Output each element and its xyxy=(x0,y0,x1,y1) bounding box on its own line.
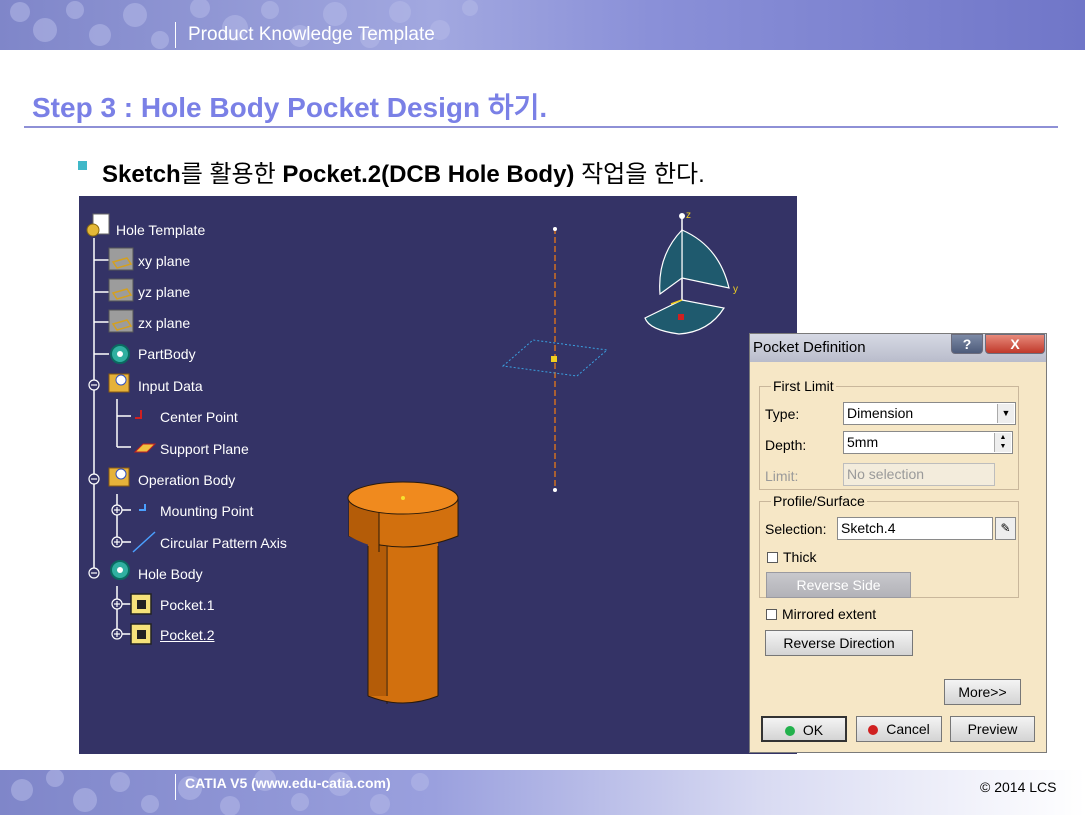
mirrored-extent-checkbox[interactable] xyxy=(766,609,777,620)
copyright: © 2014 LCS xyxy=(980,779,1057,795)
reverse-side-button[interactable]: Reverse Side xyxy=(766,572,911,598)
tree-circular-pattern-axis[interactable]: Circular Pattern Axis xyxy=(160,535,287,551)
sketcher-icon[interactable]: ✎ xyxy=(995,517,1016,540)
tree-pocket-2[interactable]: Pocket.2 xyxy=(160,627,214,643)
header-banner: Product Knowledge Template xyxy=(0,0,1085,50)
depth-field[interactable]: 5mm ▲ ▼ xyxy=(843,431,1013,454)
banner-separator xyxy=(175,22,176,48)
subtitle-bold-2: Pocket.2(DCB Hole Body) xyxy=(282,161,575,188)
depth-label: Depth: xyxy=(765,437,807,453)
step-title: Step 3 : Hole Body Pocket Design 하기. xyxy=(32,92,548,123)
compass-y-label: y xyxy=(733,284,738,295)
subtitle: Sketch를 활용한 Pocket.2(DCB Hole Body) 작업을 … xyxy=(102,154,705,189)
tree-mounting-point[interactable]: Mounting Point xyxy=(160,503,253,519)
close-button[interactable]: X xyxy=(985,334,1045,354)
type-dropdown[interactable]: Dimension ▼ xyxy=(843,402,1016,425)
tree-partbody[interactable]: PartBody xyxy=(138,346,196,362)
tree-zx-plane[interactable]: zx plane xyxy=(138,315,190,331)
catia-3d-viewport[interactable]: Hole Template xy plane yz plane zx plane… xyxy=(79,196,797,754)
dialog-title: Pocket Definition xyxy=(753,339,866,356)
footer-separator xyxy=(175,774,176,800)
help-button[interactable]: ? xyxy=(951,334,983,354)
dialog-title-bar[interactable]: Pocket Definition ? X xyxy=(750,334,1046,362)
tree-input-data[interactable]: Input Data xyxy=(138,378,203,394)
compass-icon xyxy=(644,213,730,335)
subtitle-text-1: 를 활용한 xyxy=(180,161,283,188)
cancel-label: Cancel xyxy=(886,721,930,737)
preview-button[interactable]: Preview xyxy=(950,716,1035,742)
profile-surface-label: Profile/Surface xyxy=(771,493,867,509)
thick-checkbox[interactable] xyxy=(767,552,778,563)
tree-support-plane[interactable]: Support Plane xyxy=(160,441,249,457)
footer-text: CATIA V5 (www.edu-catia.com) xyxy=(185,775,391,791)
tree-yz-plane[interactable]: yz plane xyxy=(138,284,190,300)
hole-template-icon xyxy=(86,213,110,237)
tree-center-point[interactable]: Center Point xyxy=(160,409,238,425)
depth-value: 5mm xyxy=(847,434,879,450)
limit-field: No selection xyxy=(843,463,995,486)
selection-field[interactable]: Sketch.4 xyxy=(837,517,993,540)
cancel-led-icon xyxy=(868,725,879,735)
type-value: Dimension xyxy=(847,405,914,421)
title-underline xyxy=(24,126,1058,128)
ok-label: OK xyxy=(802,722,824,738)
first-limit-label: First Limit xyxy=(771,378,836,394)
tree-operation-body[interactable]: Operation Body xyxy=(138,472,235,488)
ok-button[interactable]: OK xyxy=(761,716,847,742)
hole-body-part xyxy=(347,481,459,704)
tree-hole-template[interactable]: Hole Template xyxy=(116,222,205,238)
tree-pocket-1[interactable]: Pocket.1 xyxy=(160,597,214,613)
compass-z-label: z xyxy=(686,210,691,221)
limit-label: Limit: xyxy=(765,468,799,484)
pocket-definition-dialog: Pocket Definition ? X First Limit Type: … xyxy=(749,333,1047,753)
chevron-down-icon[interactable]: ▼ xyxy=(997,404,1014,423)
more-button[interactable]: More>> xyxy=(944,679,1021,705)
subtitle-bold-1: Sketch xyxy=(102,161,181,188)
bullet-square xyxy=(78,161,87,170)
mirrored-extent-label: Mirrored extent xyxy=(782,606,877,622)
ok-led-icon xyxy=(784,726,795,736)
type-label: Type: xyxy=(765,406,800,422)
tree-hole-body[interactable]: Hole Body xyxy=(138,566,203,582)
thick-label: Thick xyxy=(783,549,817,565)
selection-label: Selection: xyxy=(765,521,827,537)
header-title: Product Knowledge Template xyxy=(188,24,435,45)
reverse-direction-button[interactable]: Reverse Direction xyxy=(765,630,913,656)
spin-arrows-icon[interactable]: ▲ ▼ xyxy=(994,433,1011,452)
cancel-button[interactable]: Cancel xyxy=(856,716,942,742)
tree-xy-plane[interactable]: xy plane xyxy=(138,253,190,269)
footer-banner: CATIA V5 (www.edu-catia.com) xyxy=(0,770,1085,815)
subtitle-text-2: 작업을 한다. xyxy=(574,161,705,188)
